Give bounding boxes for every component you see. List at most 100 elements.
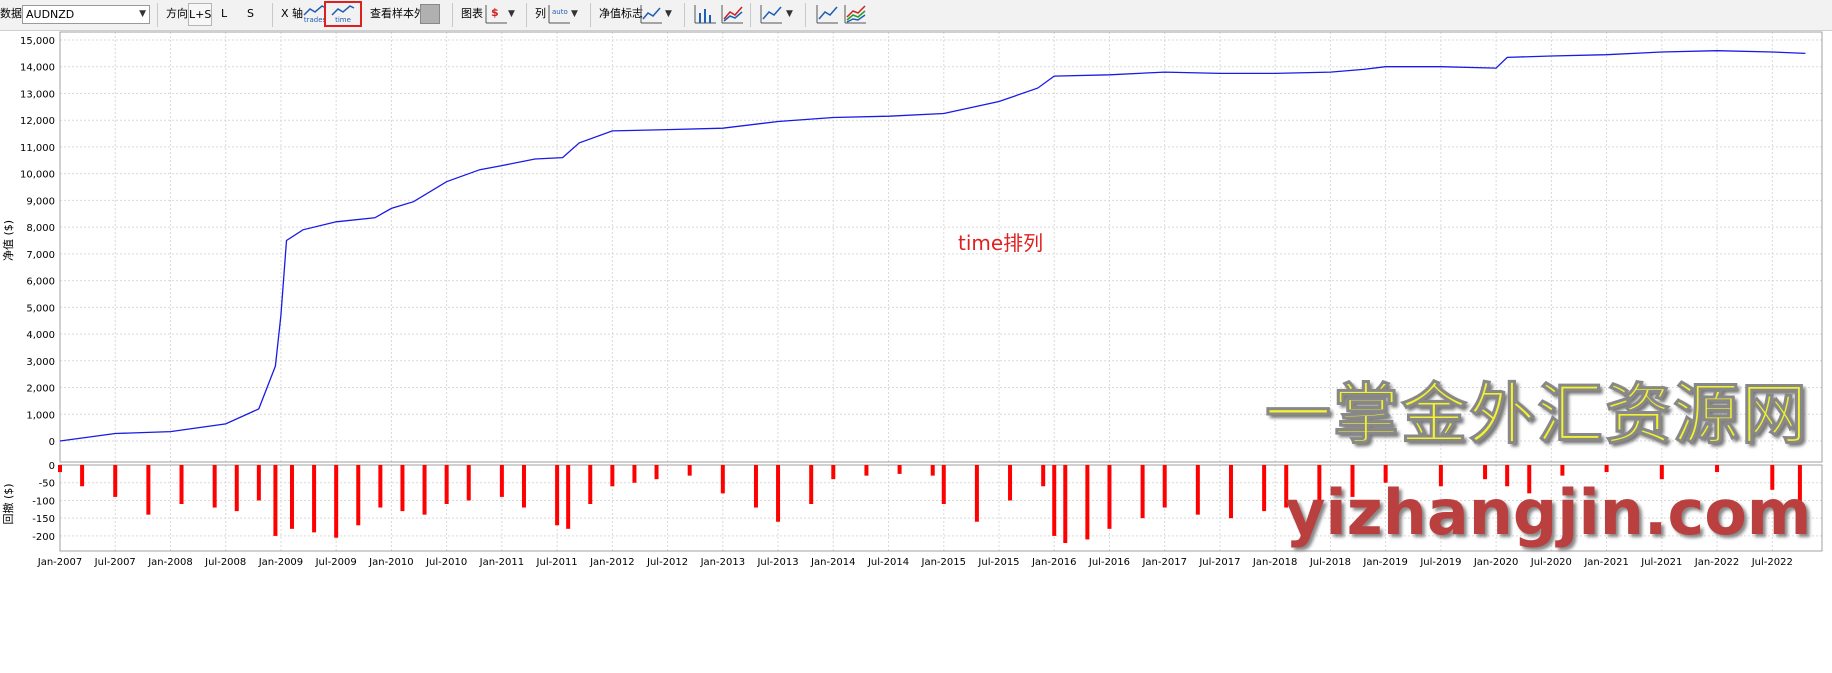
drawdown-bar (1162, 465, 1167, 508)
drawdown-bar (1228, 465, 1233, 519)
equity-y-tick-label: 0 (49, 437, 55, 448)
toolbar-separator (590, 3, 591, 27)
drawdown-bar (1052, 465, 1057, 536)
drawdown-bar (444, 465, 449, 504)
toolbar: 数据 AUDNZD ▼ 方向 L+S L S X 轴 trades time 查… (0, 0, 1832, 31)
chart-type-button[interactable]: $ (483, 3, 509, 27)
multi-line-chart-icon (844, 5, 866, 24)
chevron-down-icon[interactable]: ▼ (508, 0, 515, 28)
equity-y-tick-label: 7,000 (26, 250, 55, 261)
drawdown-bar (632, 465, 637, 483)
x-tick-label: Jan-2019 (1362, 557, 1407, 568)
chart-style-button-2[interactable] (719, 3, 745, 27)
x-tick-label: Jan-2021 (1583, 557, 1628, 568)
equity-y-tick-label: 12,000 (20, 116, 55, 127)
xaxis-label: X 轴 (281, 7, 304, 20)
drawdown-bar (1107, 465, 1112, 529)
x-axis-ticks: Jan-2007 Jul-2007 Jan-2008 Jul-2008 Jan-2009… (37, 557, 1793, 568)
drawdown-bar (422, 465, 427, 515)
drawdown-bar (555, 465, 560, 526)
x-tick-label: Jan-2018 (1252, 557, 1297, 568)
x-tick-label: Jul-2019 (1419, 557, 1461, 568)
two-line-chart-icon (721, 5, 743, 24)
drawdown-bar (1262, 465, 1267, 512)
equity-marker-button[interactable] (638, 3, 664, 27)
drawdown-bar (113, 465, 118, 497)
drawdown-bar (753, 465, 758, 508)
drawdown-bar (289, 465, 294, 529)
drawdown-y-tick-label: -50 (39, 479, 55, 490)
toolbar-separator (452, 3, 453, 27)
x-tick-label: Jul-2012 (646, 557, 688, 568)
equity-y-tick-label: 4,000 (26, 330, 55, 341)
symbol-combo[interactable]: AUDNZD ▼ (22, 5, 150, 24)
chart-annotation: time排列 (958, 231, 1044, 255)
chart-style-button-4[interactable] (814, 3, 840, 27)
drawdown-bar (687, 465, 692, 476)
equity-y-tick-label: 8,000 (26, 223, 55, 234)
x-tick-label: Jul-2007 (94, 557, 136, 568)
data-label: 数据 (0, 7, 22, 20)
equity-drawdown-chart: 0 1,000 2,000 3,000 4,000 5,000 6,000 7,000 8,00… (1, 31, 1823, 568)
toolbar-separator (750, 3, 751, 27)
drawdown-bar (312, 465, 317, 533)
drawdown-bar (146, 465, 151, 515)
toolbar-separator (272, 3, 273, 27)
equity-y-tick-label: 3,000 (26, 357, 55, 368)
x-tick-label: Jul-2021 (1640, 557, 1682, 568)
drawdown-bar (334, 465, 339, 538)
chevron-down-icon: ▼ (139, 9, 146, 19)
drawdown-bar (58, 465, 62, 473)
drawdown-y-ticks: 0 -50 -100 -150 -200 (32, 461, 55, 543)
direction-s-button[interactable]: S (247, 0, 254, 28)
x-tick-label: Jan-2007 (37, 557, 82, 568)
chart-style-button-5[interactable] (842, 3, 868, 27)
chart-style-button-3[interactable] (758, 3, 784, 27)
drawdown-bar (1195, 465, 1200, 515)
equity-y-tick-label: 1,000 (26, 410, 55, 421)
equity-y-tick-label: 2,000 (26, 384, 55, 395)
drawdown-bar (610, 465, 615, 487)
drawdown-bar (566, 465, 571, 529)
xaxis-time-button[interactable]: time (330, 3, 356, 27)
chevron-down-icon[interactable]: ▼ (571, 0, 578, 28)
view-oos-toggle[interactable] (420, 4, 440, 24)
auto-column-icon: auto (548, 5, 570, 24)
toolbar-separator (805, 3, 806, 27)
watermark-cn: 一掌金外汇资源网 (1265, 376, 1809, 454)
drawdown-bar (179, 465, 184, 504)
drawdown-bar (974, 465, 979, 522)
chart-style-button-1[interactable] (692, 3, 718, 27)
chevron-down-icon[interactable]: ▼ (665, 0, 672, 28)
chevron-down-icon[interactable]: ▼ (786, 0, 793, 28)
drawdown-bar (378, 465, 383, 508)
x-tick-label: Jul-2020 (1530, 557, 1572, 568)
chart-icon-text: $ (491, 6, 499, 19)
toolbar-separator (526, 3, 527, 27)
drawdown-bar (588, 465, 593, 504)
bar-line-chart-icon (694, 5, 716, 24)
x-tick-label: Jan-2015 (921, 557, 966, 568)
direction-l-button[interactable]: L (221, 0, 227, 28)
drawdown-bar (1560, 465, 1565, 476)
column-auto-button[interactable]: auto (546, 3, 572, 27)
drawdown-bar (1140, 465, 1145, 519)
drawdown-bar (521, 465, 526, 508)
drawdown-bar (776, 465, 781, 522)
x-tick-label: Jan-2016 (1031, 557, 1076, 568)
drawdown-y-tick-label: -150 (32, 514, 55, 525)
drawdown-bar (499, 465, 504, 497)
drawdown-bar (1715, 465, 1720, 473)
x-tick-label: Jul-2022 (1751, 557, 1793, 568)
drawdown-bar (256, 465, 261, 501)
drawdown-y-tick-label: -100 (32, 496, 55, 507)
x-tick-label: Jan-2020 (1473, 557, 1518, 568)
dollar-chart-icon: $ (485, 5, 507, 24)
direction-ls-button[interactable]: L+S (188, 3, 212, 26)
drawdown-bar (1063, 465, 1068, 543)
drawdown-bar (1604, 465, 1609, 473)
equity-y-tick-label: 15,000 (20, 36, 55, 47)
drawdown-bar (897, 465, 902, 474)
drawdown-bar (654, 465, 659, 480)
equity-y-ticks: 0 1,000 2,000 3,000 4,000 5,000 6,000 7,000 8,00… (20, 36, 55, 448)
